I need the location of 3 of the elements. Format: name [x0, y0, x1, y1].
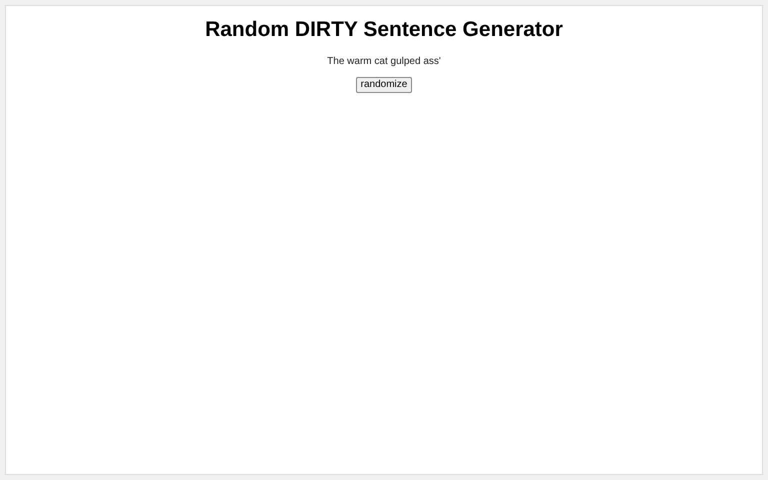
sentence-text: The warm cat gulped ass': [327, 55, 441, 69]
page-title: Random DIRTY Sentence Generator: [205, 17, 563, 43]
randomize-button[interactable]: randomize: [356, 77, 412, 93]
